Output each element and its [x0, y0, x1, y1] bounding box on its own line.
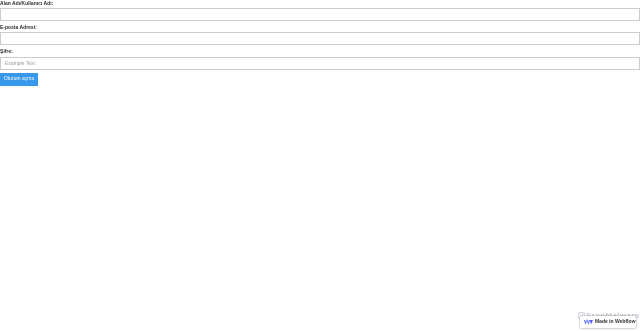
- badge-text: Made in Webflow: [595, 319, 636, 325]
- webflow-logo-icon: [584, 319, 593, 325]
- email-label: E-posta Adresi:: [0, 25, 37, 31]
- login-submit-button[interactable]: Oturum açma: [0, 73, 38, 86]
- username-input[interactable]: [0, 8, 640, 21]
- made-in-webflow-badge[interactable]: Made in Webflow: [580, 316, 636, 328]
- username-label: Alan Adı/Kullanıcı Adı:: [0, 1, 54, 7]
- password-label: Şifre:: [0, 49, 13, 55]
- password-input[interactable]: [0, 57, 640, 70]
- email-input[interactable]: [0, 32, 640, 45]
